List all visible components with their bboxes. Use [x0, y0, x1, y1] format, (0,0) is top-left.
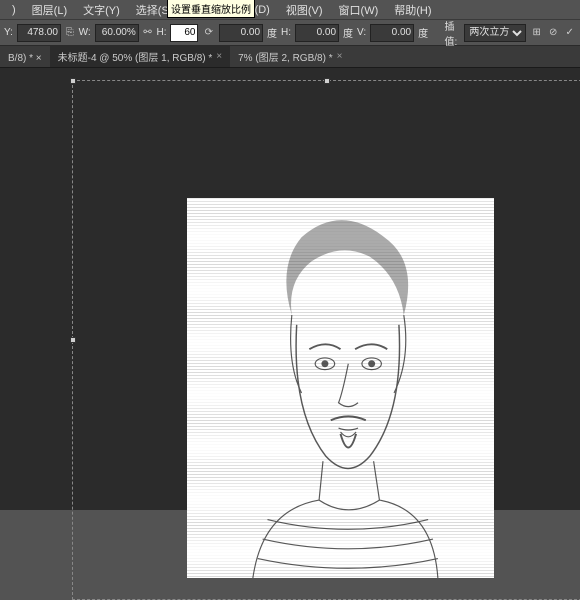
h2-input[interactable]	[295, 24, 339, 42]
portrait-illustration	[187, 198, 494, 578]
w-label: W:	[79, 27, 91, 38]
tab-3[interactable]: 7% (图层 2, RGB/8) * ×	[230, 46, 350, 67]
cancel-icon[interactable]: ⊘	[547, 24, 560, 42]
deg1: 度	[267, 25, 277, 40]
v-label: V:	[357, 27, 366, 38]
menu-type[interactable]: 文字(Y)	[75, 0, 128, 20]
angle-input[interactable]	[219, 24, 263, 42]
tab-3-close-icon[interactable]: ×	[337, 51, 343, 62]
link-icon-1[interactable]: ⎘	[65, 26, 75, 40]
h2-label: H:	[281, 27, 291, 38]
handle-tl[interactable]	[70, 78, 76, 84]
warp-icon[interactable]: ⊞	[530, 24, 543, 42]
tab-1-label: B/8) * ×	[8, 53, 42, 64]
image-content	[187, 198, 494, 578]
w-input[interactable]	[95, 24, 139, 42]
link-icon-2[interactable]: ⚯	[143, 26, 153, 40]
document-tabbar: B/8) * × 未标题-4 @ 50% (图层 1, RGB/8) * × 7…	[0, 46, 580, 68]
y-input[interactable]	[17, 24, 61, 42]
interp-label: 插值:	[444, 18, 460, 48]
h-label: H:	[156, 27, 166, 38]
menu-help[interactable]: 帮助(H)	[386, 0, 439, 20]
tab-2[interactable]: 未标题-4 @ 50% (图层 1, RGB/8) * ×	[50, 46, 230, 67]
deg3: 度	[418, 25, 428, 40]
menu-edge[interactable]: )	[4, 2, 24, 18]
options-bar: Y: ⎘ W: ⚯ H: ⟳ 度 H: 度 V: 度 插值: 两次立方 ⊞ ⊘ …	[0, 20, 580, 46]
tab-2-label: 未标题-4 @ 50% (图层 1, RGB/8) *	[58, 49, 213, 64]
interp-select[interactable]: 两次立方	[464, 24, 526, 42]
menu-window[interactable]: 窗口(W)	[331, 0, 387, 20]
v-input[interactable]	[370, 24, 414, 42]
menu-view[interactable]: 视图(V)	[278, 0, 331, 20]
deg2: 度	[343, 25, 353, 40]
tab-3-label: 7% (图层 2, RGB/8) *	[238, 49, 332, 64]
rotate-icon[interactable]: ⟳	[202, 24, 215, 42]
menu-layer[interactable]: 图层(L)	[24, 0, 75, 20]
tooltip: 设置垂直缩放比例	[167, 0, 255, 18]
canvas-area[interactable]	[0, 68, 580, 510]
commit-icon[interactable]: ✓	[563, 24, 576, 42]
handle-tm[interactable]	[324, 78, 330, 84]
handle-ml[interactable]	[70, 337, 76, 343]
h-input-highlight[interactable]	[170, 24, 198, 42]
y-label: Y:	[4, 27, 13, 38]
tab-1[interactable]: B/8) * ×	[0, 50, 50, 67]
tab-2-close-icon[interactable]: ×	[216, 51, 222, 62]
